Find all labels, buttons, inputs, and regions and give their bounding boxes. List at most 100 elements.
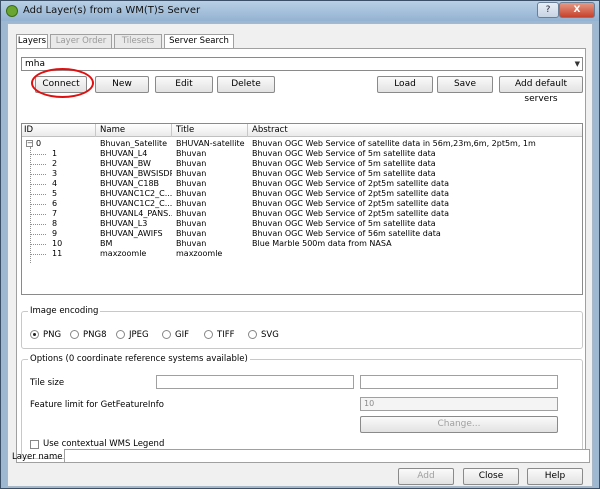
cell-title: Bhuvan [176, 209, 207, 218]
cell-title: Bhuvan [176, 239, 207, 248]
cell-name: BHUVAN_BW [100, 159, 151, 168]
radio-button[interactable] [70, 330, 79, 339]
feature-limit-label: Feature limit for GetFeatureInfo [30, 400, 164, 410]
radio-button[interactable] [30, 330, 39, 339]
add-button[interactable]: Add [398, 468, 454, 485]
close-button[interactable]: Close [463, 468, 519, 485]
add-default-servers-button[interactable]: Add default servers [499, 76, 583, 104]
new-button[interactable]: New [95, 76, 149, 93]
radio-button[interactable] [116, 330, 125, 339]
cell-name: Bhuvan_Satellite [100, 139, 168, 148]
tile-width-input[interactable] [156, 375, 354, 389]
window-help-button[interactable]: ? [537, 2, 559, 18]
radio-button[interactable] [204, 330, 213, 339]
radio-button[interactable] [162, 330, 171, 339]
load-button[interactable]: Load [377, 76, 433, 93]
tab-layers[interactable]: Layers [16, 34, 48, 49]
table-row[interactable]: 3 BHUVAN_BWSISDP Bhuvan Bhuvan OGC Web Serv… [22, 169, 582, 179]
help-button[interactable]: Help [527, 468, 583, 485]
cell-id: 11 [52, 249, 63, 258]
table-row[interactable]: 10 BM Bhuvan Blue Marble 500m data from NAS… [22, 239, 582, 249]
title-bar[interactable]: Add Layer(s) from a WM(T)S Server ? X [1, 1, 599, 21]
table-row[interactable]: 5 BHUVANC1C2_C... Bhuvan Bhuvan OGC Web Ser… [22, 189, 582, 199]
cell-id: 2 [52, 159, 58, 168]
connection-select[interactable]: mha ▼ [21, 57, 583, 71]
cell-abstract: Bhuvan OGC Web Service of 2pt5m satellit… [252, 189, 449, 198]
dialog-body: Layers Layer Order Tilesets Server Searc… [7, 23, 593, 487]
radio-label: TIFF [217, 330, 235, 340]
options-group: Options (0 coordinate reference systems … [21, 354, 583, 459]
cell-id: 10 [52, 239, 63, 248]
cell-abstract: Bhuvan OGC Web Service of 5m satellite d… [252, 169, 436, 178]
tile-size-label: Tile size [30, 378, 65, 388]
radio-button[interactable] [248, 330, 257, 339]
column-header-name[interactable]: Name [98, 124, 172, 137]
cell-name: BHUVANL4_PANS... [100, 209, 172, 218]
cell-title: Bhuvan [176, 179, 207, 188]
cell-name: BM [100, 239, 113, 248]
image-encoding-title: Image encoding [28, 306, 101, 316]
layer-name-input[interactable] [64, 449, 590, 463]
table-row[interactable]: 4 BHUVAN_C18B Bhuvan Bhuvan OGC Web Service… [22, 179, 582, 189]
cell-title: Bhuvan [176, 159, 207, 168]
cell-title: Bhuvan [176, 149, 207, 158]
cell-name: BHUVANC1C2_C... [100, 189, 172, 198]
column-header-title[interactable]: Title [174, 124, 248, 137]
window-close-button[interactable]: X [559, 2, 595, 18]
table-row[interactable]: 8 BHUVAN_L3 Bhuvan Bhuvan OGC Web Service o… [22, 219, 582, 229]
cell-abstract: Bhuvan OGC Web Service of 5m satellite d… [252, 159, 436, 168]
layers-tree[interactable]: ID Name Title Abstract −0 Bhuvan_Satellit… [21, 123, 583, 295]
radio-label: PNG [43, 330, 62, 340]
cell-id: 5 [52, 189, 58, 198]
cell-title: Bhuvan [176, 189, 207, 198]
cell-id: 9 [52, 229, 58, 238]
column-header-abstract[interactable]: Abstract [250, 124, 582, 137]
change-crs-button[interactable]: Change... [360, 416, 558, 433]
cell-title: maxzoomle [176, 249, 223, 258]
chevron-down-icon[interactable]: ▼ [575, 58, 580, 70]
edit-button[interactable]: Edit [155, 76, 213, 93]
radio-label: GIF [175, 330, 189, 340]
save-button[interactable]: Save [437, 76, 493, 93]
cell-title: Bhuvan [176, 229, 207, 238]
contextual-legend-checkbox[interactable] [30, 440, 39, 449]
table-row[interactable]: −0 Bhuvan_Satellite BHUVAN-satellite Bhuvan… [22, 139, 582, 149]
cell-id: 0 [36, 139, 42, 148]
cell-title: Bhuvan [176, 219, 207, 228]
cell-name: BHUVANC1C2_C... [100, 199, 172, 208]
cell-id: 6 [52, 199, 58, 208]
cell-abstract: Bhuvan OGC Web Service of 56m satellite … [252, 229, 441, 238]
radio-label: SVG [261, 330, 279, 340]
cell-abstract: Blue Marble 500m data from NASA [252, 239, 392, 248]
dialog-window: Add Layer(s) from a WM(T)S Server ? X La… [0, 0, 600, 489]
table-row[interactable]: 6 BHUVANC1C2_C... Bhuvan Bhuvan OGC Web Ser… [22, 199, 582, 209]
tab-layer-order[interactable]: Layer Order [50, 34, 112, 48]
table-row[interactable]: 9 BHUVAN_AWIFS Bhuvan Bhuvan OGC Web Servic… [22, 229, 582, 239]
cell-name: BHUVAN_BWSISDP [100, 169, 172, 178]
contextual-legend-label: Use contextual WMS Legend [43, 439, 165, 449]
cell-title: Bhuvan [176, 199, 207, 208]
table-row[interactable]: 11 maxzoomle maxzoomle [22, 249, 582, 259]
radio-label: JPEG [129, 330, 149, 340]
column-header-id[interactable]: ID [22, 124, 96, 137]
table-row[interactable]: 7 BHUVANL4_PANS... Bhuvan Bhuvan OGC Web Se… [22, 209, 582, 219]
layers-table-header: ID Name Title Abstract [22, 124, 582, 137]
table-row[interactable]: 2 BHUVAN_BW Bhuvan Bhuvan OGC Web Service o… [22, 159, 582, 169]
delete-button[interactable]: Delete [217, 76, 275, 93]
cell-abstract: Bhuvan OGC Web Service of satellite data… [252, 139, 536, 148]
tab-server-search[interactable]: Server Search [164, 34, 234, 49]
cell-name: BHUVAN_C18B [100, 179, 160, 188]
layers-tab-panel: mha ▼ Connect New Edit Delete Load Save … [16, 48, 586, 463]
radio-label: PNG8 [83, 330, 107, 340]
cell-abstract: Bhuvan OGC Web Service of 5m satellite d… [252, 219, 436, 228]
cell-title: BHUVAN-satellite [176, 139, 245, 148]
feature-limit-input[interactable]: 10 [360, 397, 558, 411]
tile-height-input[interactable] [360, 375, 558, 389]
window-title: Add Layer(s) from a WM(T)S Server [23, 5, 201, 16]
table-row[interactable]: 1 BHUVAN_L4 Bhuvan Bhuvan OGC Web Service o… [22, 149, 582, 159]
image-encoding-group: Image encoding PNG PNG8 JPEG GIF TIFF SV… [21, 306, 583, 349]
tab-tilesets[interactable]: Tilesets [114, 34, 162, 48]
connection-select-value: mha [25, 59, 45, 69]
cell-id: 3 [52, 169, 58, 178]
qgis-logo-icon [6, 5, 18, 17]
